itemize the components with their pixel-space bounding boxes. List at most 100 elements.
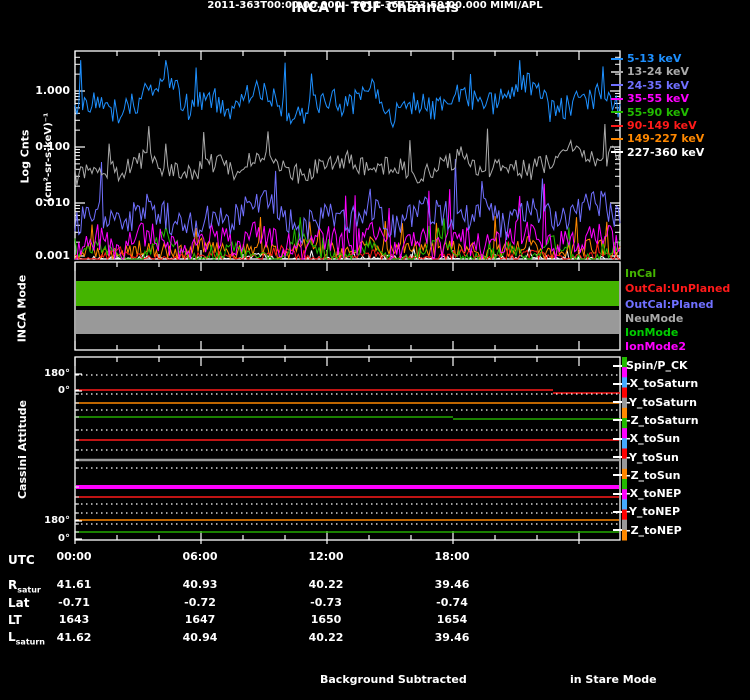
attitude-legend-label: -Z_toNEP (626, 523, 682, 537)
attitude-legend-entry: Spin/P_CK (613, 359, 688, 372)
mode-legend-label: OutCal:Planed (625, 298, 714, 311)
table-value-l: 39.46 (434, 630, 470, 644)
attitude-legend-dash (613, 456, 622, 458)
attitude-legend-dash (613, 510, 622, 513)
mode-legend-entry: IonMode2 (625, 340, 686, 353)
attitude-ytick-label: 0° (58, 533, 70, 544)
flux-legend-entry: 5-13 keV (611, 52, 681, 65)
attitude-ytick-label: 0° (58, 385, 70, 396)
flux-legend-entry: 149-227 keV (611, 132, 704, 145)
mode-legend-label: NeuMode (625, 312, 684, 325)
attitude-legend-entry: -X_toNEP (613, 487, 681, 500)
mode-legend-entry: OutCal:Planed (625, 298, 714, 311)
attitude-legend-entry: -Y_toNEP (613, 505, 680, 518)
flux-legend-entry: 24-35 keV (611, 79, 689, 92)
mode-band-1 (76, 310, 619, 334)
attitude-legend-dash (613, 437, 622, 440)
utc-time-value: 12:00 (308, 550, 344, 563)
mode-band-0 (76, 281, 619, 306)
utc-time-value: 00:00 (56, 550, 92, 563)
attitude-legend-dash (613, 492, 622, 495)
row-label-r-saturn: Rsatur (8, 578, 41, 595)
table-value-lat: -0.73 (310, 595, 342, 609)
flux-legend-dash (611, 97, 623, 100)
flux-legend-dash (611, 137, 623, 140)
flux-ytick-label: 1.000 (35, 84, 70, 97)
table-value-lat: -0.71 (58, 595, 90, 609)
attitude-legend-label: -Z_toSun (626, 468, 681, 482)
flux-legend-label: 24-35 keV (627, 78, 690, 92)
mode-legend-label: InCal (625, 267, 657, 280)
attitude-legend-label: -X_toSun (626, 432, 681, 446)
table-value-lat: -0.74 (436, 595, 468, 609)
attitude-legend-label: Spin/P_CK (626, 359, 688, 372)
flux-series-5-13keV (74, 60, 621, 129)
attitude-legend-entry: -Y_toSaturn (613, 396, 697, 409)
flux-legend-label: 227-360 keV (627, 145, 705, 159)
utc-axis-label: UTC (8, 553, 35, 567)
flux-legend-entry: 55-90 keV (611, 106, 689, 119)
table-value-r: 41.61 (56, 578, 92, 591)
flux-legend-label: 90-149 keV (627, 119, 697, 132)
attitude-legend-dash (613, 419, 622, 422)
attitude-legend-entry: -Y_toSun (613, 451, 679, 464)
attitude-legend-label: -Y_toSun (626, 450, 679, 464)
table-value-l: 40.94 (182, 630, 218, 644)
attitude-legend-dash (613, 474, 622, 477)
attitude-legend-label: -Z_toSaturn (626, 413, 699, 427)
row-label-lat: Lat (8, 596, 30, 610)
attitude-legend-dash (613, 529, 622, 532)
attitude-legend-entry: -Z_toSun (613, 469, 680, 482)
flux-legend-dash (611, 111, 623, 114)
table-value-r: 40.22 (308, 578, 344, 591)
attitude-legend-entry: -X_toSaturn (613, 377, 698, 390)
footer-background-subtracted: Background Subtracted (320, 673, 467, 686)
attitude-legend-label: -X_toSaturn (626, 377, 699, 391)
inca-tof-plot: INCA H TOF Channels 2011-363T00:00:00.00… (0, 0, 750, 700)
attitude-legend-dash (613, 401, 622, 404)
flux-legend-dash (611, 70, 623, 73)
mode-legend-entry: NeuMode (625, 312, 683, 325)
row-label-l-saturn: Lsaturn (8, 630, 45, 647)
flux-legend-label: 35-55 keV (627, 92, 690, 106)
flux-legend-entry: 13-24 keV (611, 65, 689, 78)
flux-legend-label: 55-90 keV (627, 105, 690, 119)
flux-legend-label: 5-13 keV (627, 52, 682, 65)
flux-legend-dash (611, 151, 623, 154)
flux-legend-label: 13-24 keV (627, 65, 690, 79)
flux-legend-dash (611, 57, 623, 60)
mode-legend-entry: OutCal:UnPlaned (625, 282, 730, 295)
table-value-r: 40.93 (182, 578, 218, 591)
flux-legend-entry: 90-149 keV (611, 119, 697, 132)
table-value-lt: 1647 (184, 613, 216, 626)
table-value-l: 41.62 (56, 630, 92, 644)
mode-legend-label: IonMode (625, 326, 679, 339)
flux-ytick-label: 0.010 (35, 196, 70, 209)
flux-legend-dash (611, 84, 623, 87)
attitude-legend-label: -X_toNEP (626, 487, 682, 501)
attitude-legend-dash (613, 382, 622, 385)
attitude-ytick-label: 180° (44, 368, 70, 379)
table-value-lt: 1654 (436, 613, 468, 626)
mode-legend-label: OutCal:UnPlaned (625, 282, 731, 295)
flux-legend-dash (611, 124, 623, 127)
flux-legend-entry: 227-360 keV (611, 146, 704, 159)
mode-legend-entry: IonMode (625, 326, 678, 339)
flux-ytick-label: 0.001 (35, 249, 70, 262)
attitude-ytick-label: 180° (44, 515, 70, 526)
attitude-legend-dash (613, 364, 622, 367)
table-value-lt: 1650 (310, 613, 342, 626)
attitude-legend-label: -Y_toSaturn (626, 395, 697, 409)
attitude-legend-label: -Y_toNEP (626, 505, 681, 519)
mode-legend-label: IonMode2 (625, 340, 686, 353)
attitude-legend-entry: -Z_toNEP (613, 524, 682, 537)
footer-stare-mode: in Stare Mode (570, 673, 657, 686)
table-value-l: 40.22 (308, 630, 344, 644)
utc-time-value: 18:00 (434, 550, 470, 563)
table-value-r: 39.46 (434, 578, 470, 591)
flux-ytick-label: 0.100 (35, 140, 70, 153)
flux-legend-label: 149-227 keV (627, 132, 705, 146)
mode-legend-entry: InCal (625, 267, 656, 280)
utc-time-value: 06:00 (182, 550, 218, 563)
attitude-legend-entry: -Z_toSaturn (613, 414, 699, 427)
